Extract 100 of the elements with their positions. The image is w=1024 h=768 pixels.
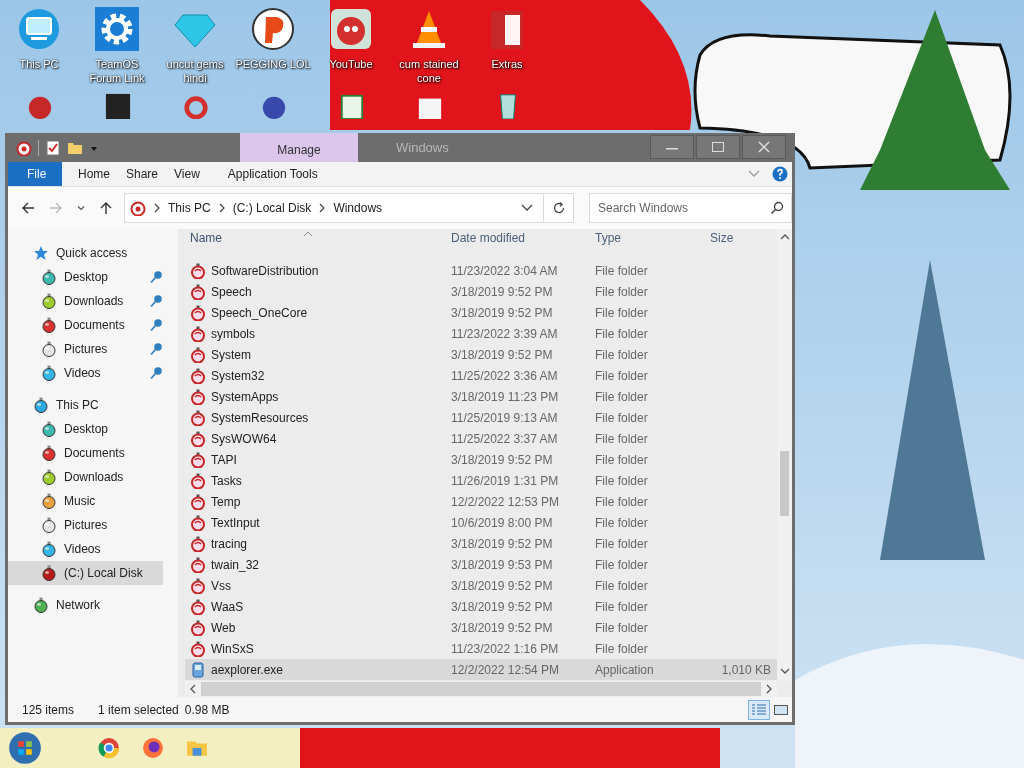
start-orb-icon[interactable] [8,731,42,765]
file-row[interactable]: Web 3/18/2019 9:52 PM File folder [185,617,777,638]
minimize-button[interactable] [650,135,694,159]
breadcrumb-link[interactable]: (C:) Local Disk [232,201,312,215]
date-cell-text: 3/18/2019 9:52 PM [450,347,554,362]
sidebar-item[interactable]: Documents [8,313,163,337]
file-row[interactable]: SystemResources 11/25/2019 9:13 AM File folder [185,407,777,428]
horizontal-scrollbar[interactable] [185,681,777,697]
file-row[interactable]: TAPI 3/18/2019 9:52 PM File folder [185,449,777,470]
ornament-icon[interactable] [16,139,32,156]
vertical-scrollbar[interactable] [777,229,792,681]
sidebar-item[interactable]: Desktop [8,265,163,289]
file-row[interactable]: Vss 3/18/2019 9:52 PM File folder [185,575,777,596]
date-cell-text: 3/18/2019 9:52 PM [450,578,554,593]
chevron-down-icon[interactable] [521,204,533,212]
file-row[interactable]: aexplorer.exe 12/2/2022 12:54 PM Application 1,010 KB [185,659,777,680]
file-row[interactable]: Speech 3/18/2019 9:52 PM File folder [185,281,777,302]
selection-size: 0.98 MB [184,702,230,717]
file-row[interactable]: Speech_OneCore 3/18/2019 9:52 PM File folder [185,302,777,323]
browser-icon[interactable] [98,737,120,759]
file-row[interactable]: SysWOW64 11/25/2022 3:37 AM File folder [185,428,777,449]
sidebar-item[interactable]: Pictures [8,513,163,537]
refresh-button[interactable] [544,193,574,223]
caret-icon[interactable] [76,203,86,213]
ornament-icon [190,325,206,342]
chevron-up-icon[interactable] [779,233,790,241]
code-file-icon[interactable] [338,93,366,119]
scrollbar-thumb[interactable] [780,451,789,516]
chevron-right-icon[interactable] [765,684,773,694]
chevron-left-icon[interactable] [189,684,197,694]
sidebar-item[interactable]: Downloads [8,465,163,489]
sidebar-item[interactable]: Videos [8,361,163,385]
type-cell-text: File folder [594,431,649,446]
up-arrow-icon[interactable] [98,200,114,216]
desktop-icon-label[interactable]: YouTube [329,57,373,71]
fox-browser-icon[interactable] [142,737,164,759]
ribbon-tab[interactable]: Home [70,162,118,186]
maximize-button[interactable] [696,135,740,159]
sidebar-item[interactable]: Quick access [8,241,163,265]
scrollbar-thumb[interactable] [201,682,761,696]
date-cell-text: 11/25/2022 3:37 AM [450,431,559,446]
file-row[interactable]: Temp 12/2/2022 12:53 PM File folder [185,491,777,512]
gear-icon[interactable] [95,7,139,51]
column-header[interactable]: Name [185,231,446,245]
ribbon-tab[interactable]: Share [118,162,167,186]
column-header[interactable]: Date modified [446,231,590,245]
file-row[interactable]: Tasks 11/26/2019 1:31 PM File folder [185,470,777,491]
search-field[interactable]: Search Windows [589,193,792,223]
checklist-icon[interactable] [45,139,61,156]
back-arrow-icon[interactable] [20,200,36,216]
sidebar-item[interactable]: Videos [8,537,163,561]
address-bar[interactable]: This PC (C:) Local Disk Windows [124,193,544,223]
type-cell-text: File folder [594,389,649,404]
file-row[interactable]: System32 11/25/2022 3:36 AM File folder [185,365,777,386]
type-cell-text: File folder [594,326,649,341]
file-row[interactable]: WaaS 3/18/2019 9:52 PM File folder [185,596,777,617]
chevron-right-icon[interactable] [153,203,161,213]
file-row[interactable]: SystemApps 3/18/2019 11:23 PM File folder [185,386,777,407]
file-menu-tab[interactable]: File [8,162,62,186]
sidebar-item[interactable]: Pictures [8,337,163,361]
type-cell-text: File folder [594,284,649,299]
desktop-icon-label[interactable]: Extras [491,57,523,71]
column-header[interactable]: Size [710,231,777,245]
monitor-icon[interactable] [17,7,61,51]
file-row[interactable]: WinSxS 11/23/2022 1:16 PM File folder [185,638,777,659]
help-icon[interactable] [772,166,788,182]
ornament-icon [190,640,206,657]
file-name: Vss [211,578,231,593]
close-button[interactable] [742,135,786,159]
file-row[interactable]: TextInput 10/6/2019 8:00 PM File folder [185,512,777,533]
refresh-icon [551,201,566,215]
file-row[interactable]: twain_32 3/18/2019 9:53 PM File folder [185,554,777,575]
breadcrumb-link[interactable]: This PC [168,201,211,215]
desktop-icon-label[interactable]: cum stained cone [391,57,467,85]
context-tab-header[interactable]: Manage [240,133,358,162]
ribbon-tab[interactable]: View [166,162,208,186]
file-row[interactable]: System 3/18/2019 9:52 PM File folder [185,344,777,365]
chevron-right-icon[interactable] [217,203,226,213]
bird-icon[interactable] [329,7,373,51]
sidebar-item[interactable]: Desktop [8,417,163,441]
sidebar-item[interactable]: Documents [8,441,163,465]
type-cell-text: Application [594,662,655,677]
sidebar-item[interactable]: Music [8,489,163,513]
column-header[interactable]: Type [590,231,710,245]
file-row[interactable]: tracing 3/18/2019 9:52 PM File folder [185,533,777,554]
file-row[interactable]: SoftwareDistribution 11/23/2022 3:04 AM File folder [185,260,777,281]
search-icon[interactable] [770,201,784,215]
sidebar-item[interactable]: (C:) Local Disk [8,561,163,585]
sidebar-item[interactable]: Downloads [8,289,163,313]
chevron-down-icon[interactable] [779,667,790,675]
sidebar-item[interactable]: This PC [8,393,163,417]
breadcrumb-link[interactable]: Windows [333,201,383,215]
ornament-icon [190,409,206,426]
ribbon-tab[interactable]: Application Tools [215,162,330,186]
letter-badge-icon[interactable] [251,7,295,51]
ring-icon[interactable] [182,93,210,119]
sidebar-item[interactable]: Network [8,593,163,617]
type-cell-text: File folder [594,305,649,320]
chevron-right-icon[interactable] [318,203,327,213]
file-row[interactable]: symbols 11/23/2022 3:39 AM File folder [185,323,777,344]
